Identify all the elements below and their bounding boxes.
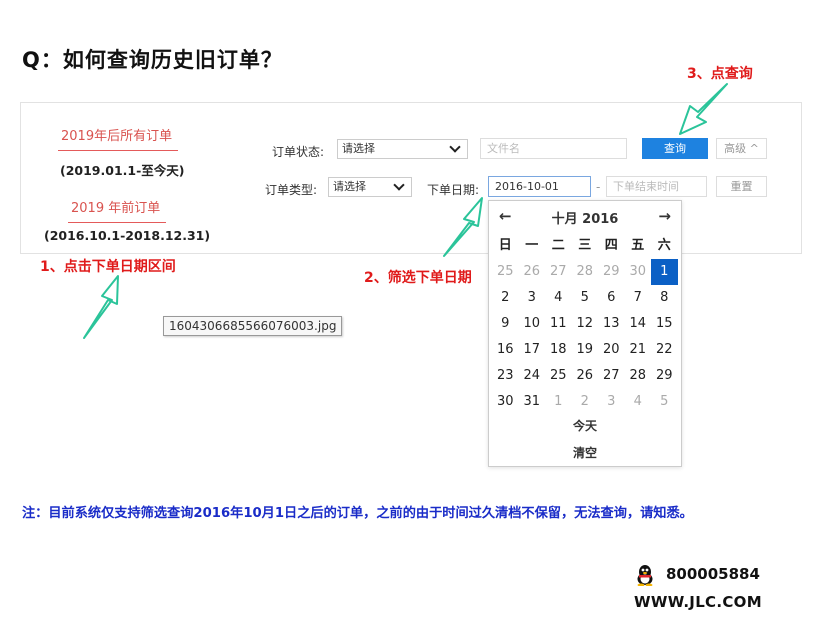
step3-arrow [679, 83, 728, 135]
file-tooltip: 1604306685566076003.jpg [163, 316, 343, 336]
qq-penguin-icon [637, 565, 653, 586]
footnote: 注：目前系统仅支持筛选查询2016年10月1日之后的订单，之前的由于时间过久清档… [22, 506, 693, 521]
step1-arrow [83, 275, 119, 339]
website[interactable]: WWW.JLC.COM [634, 593, 762, 611]
step2-arrow [443, 197, 483, 257]
qq-number: 800005884 [666, 565, 760, 583]
annotation-arrows [83, 83, 728, 339]
